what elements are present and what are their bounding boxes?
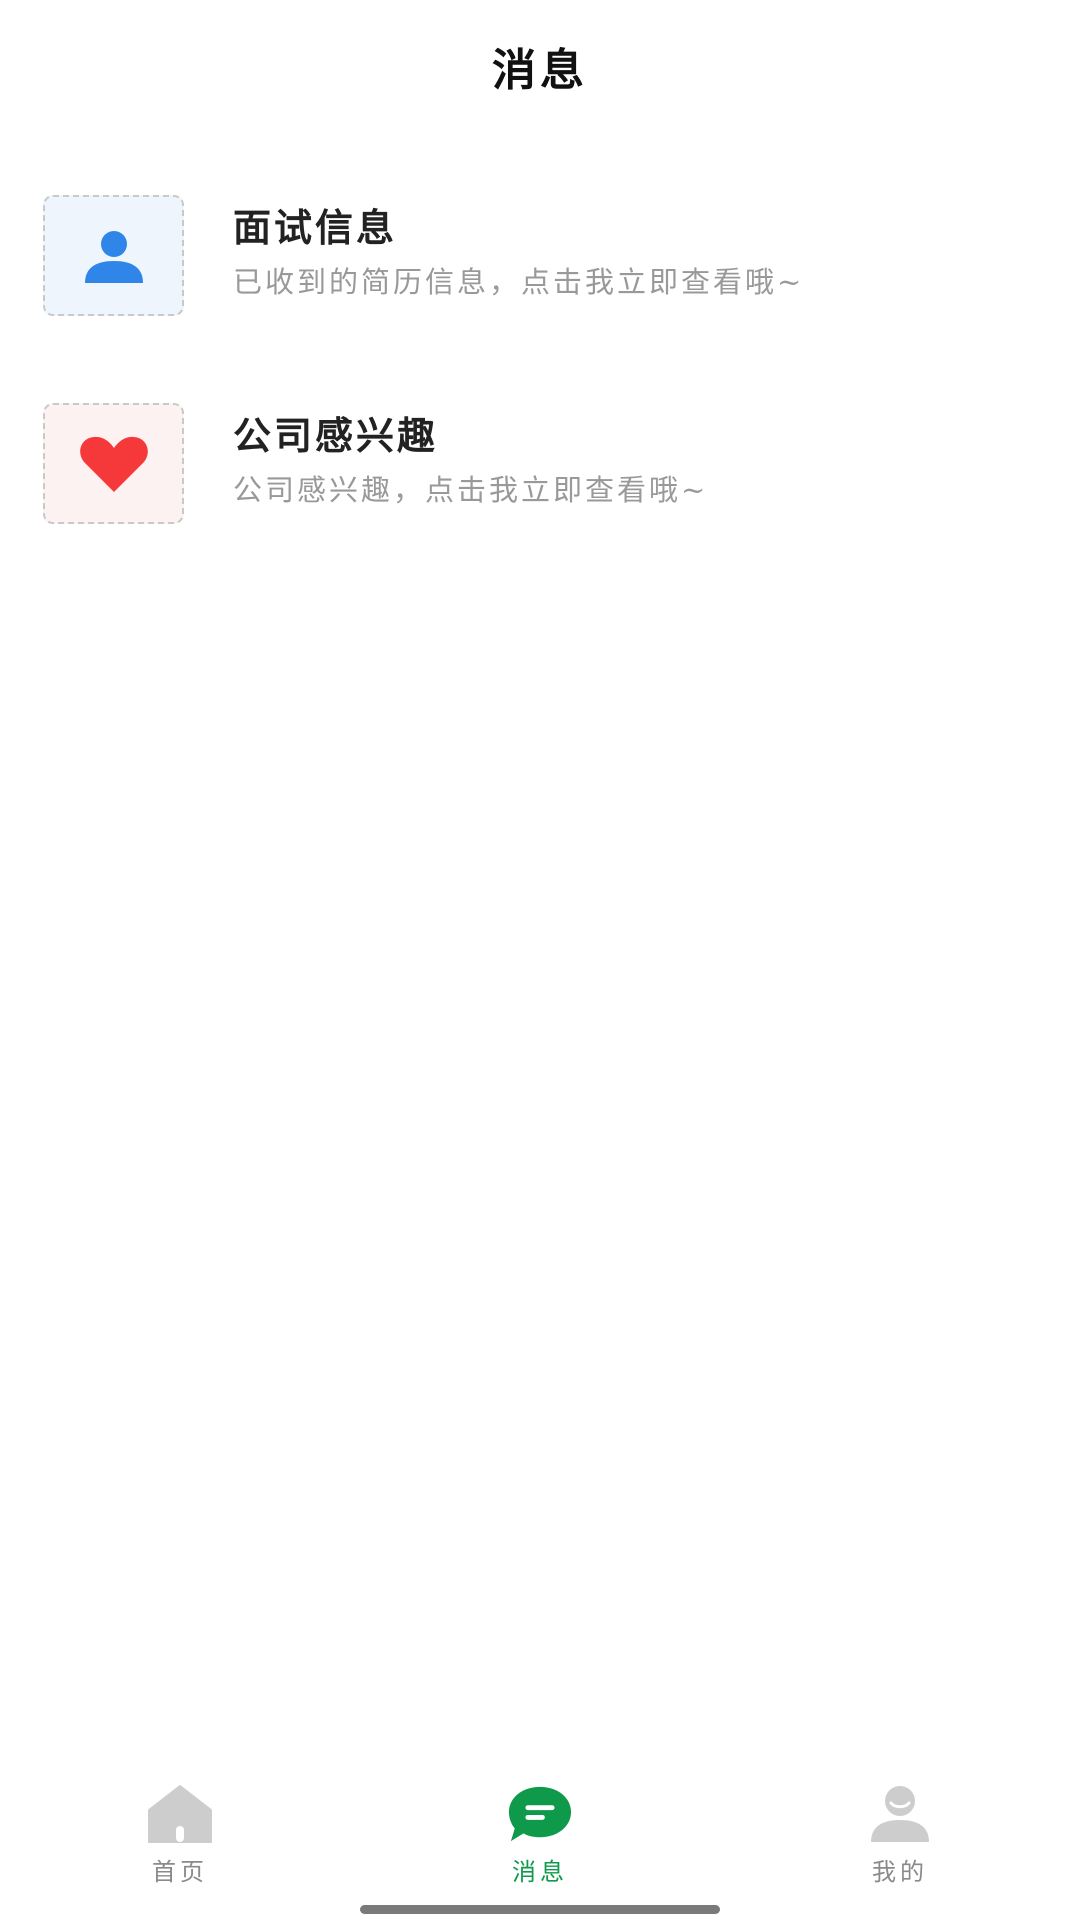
chat-icon bbox=[507, 1784, 573, 1844]
tab-profile[interactable]: 我的 bbox=[720, 1776, 1080, 1920]
message-item-company-interest[interactable]: 公司感兴趣 公司感兴趣，点击我立即查看哦~ bbox=[0, 400, 1080, 530]
message-subtitle: 已收到的简历信息，点击我立即查看哦~ bbox=[233, 265, 805, 299]
company-interest-text: 公司感兴趣 公司感兴趣，点击我立即查看哦~ bbox=[233, 400, 708, 510]
tab-messages[interactable]: 消息 bbox=[360, 1776, 720, 1920]
message-title: 面试信息 bbox=[233, 205, 398, 250]
tab-label: 我的 bbox=[872, 1858, 928, 1886]
heart-icon bbox=[79, 436, 148, 492]
tab-home[interactable]: 首页 bbox=[0, 1776, 360, 1920]
person-icon bbox=[84, 230, 143, 283]
message-subtitle: 公司感兴趣，点击我立即查看哦~ bbox=[233, 473, 709, 507]
header: 消息 bbox=[0, 0, 1080, 132]
home-icon bbox=[147, 1784, 213, 1844]
interview-text: 面试信息 已收到的简历信息，点击我立即查看哦~ bbox=[233, 192, 804, 302]
messages-page: 消息 面试信息 已收到的简历信息，点击我立即查看哦~ 公司感兴趣 公司感兴趣，点… bbox=[0, 0, 1080, 1920]
message-item-interview[interactable]: 面试信息 已收到的简历信息，点击我立即查看哦~ bbox=[0, 192, 1080, 322]
tab-label: 消息 bbox=[512, 1858, 568, 1886]
user-icon bbox=[867, 1784, 933, 1844]
message-title: 公司感兴趣 bbox=[233, 413, 439, 458]
home-indicator bbox=[360, 1905, 720, 1914]
tab-label: 首页 bbox=[152, 1858, 208, 1886]
page-title: 消息 bbox=[492, 45, 588, 96]
interview-icon-box bbox=[43, 195, 184, 316]
message-list: 面试信息 已收到的简历信息，点击我立即查看哦~ 公司感兴趣 公司感兴趣，点击我立… bbox=[0, 192, 1080, 608]
company-interest-icon-box bbox=[43, 403, 184, 524]
bottom-tab-bar: 首页 消息 我的 bbox=[0, 1776, 1080, 1920]
